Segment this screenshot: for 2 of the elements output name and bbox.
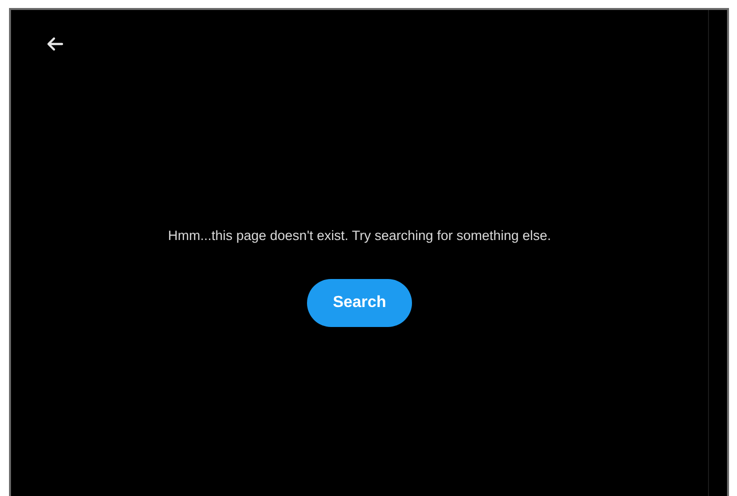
not-found-message: Hmm...this page doesn't exist. Try searching for something else.: [168, 228, 551, 243]
search-button[interactable]: Search: [306, 279, 412, 327]
